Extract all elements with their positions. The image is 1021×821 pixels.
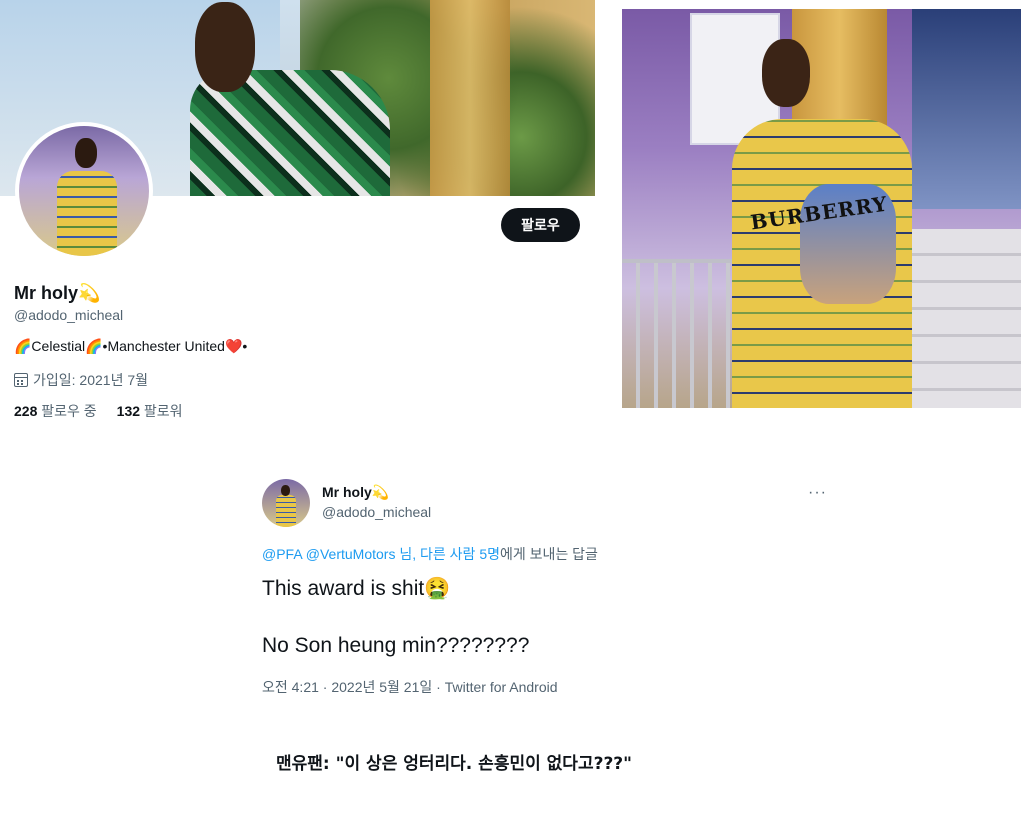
tweet-handle[interactable]: @adodo_micheal — [322, 504, 431, 520]
display-name-text: Mr holy — [14, 283, 79, 303]
profile-handle: @adodo_micheal — [14, 307, 124, 323]
following-count: 228 — [14, 403, 38, 419]
banner-pillar — [430, 0, 510, 196]
tweet-timestamp[interactable]: 오전 4:21 · 2022년 5월 21일 · Twitter for And… — [262, 677, 558, 697]
joined-text: 가입일: 2021년 7월 — [33, 372, 148, 388]
tweet-avatar[interactable] — [262, 479, 310, 527]
tweet-reply-context: @PFA @VertuMotors 님, 다른 사람 5명에게 보내는 답글 — [262, 544, 598, 564]
followers-label: 팔로워 — [143, 403, 183, 419]
caption-text: 맨유팬: "이 상은 엉터리다. 손흥민이 없다고???" — [276, 754, 633, 774]
follow-button[interactable]: 팔로우 — [501, 208, 580, 242]
profile-bio: 🌈Celestial🌈•Manchester United❤️• — [14, 338, 248, 354]
dizzy-emoji-icon: 💫 — [371, 484, 390, 500]
photo-person-head — [762, 39, 810, 107]
profile-display-name: Mr holy💫 — [14, 283, 100, 304]
banner-person-head — [195, 2, 255, 92]
profile-avatar[interactable] — [15, 122, 153, 260]
reply-suffix: 에게 보내는 답글 — [500, 546, 598, 562]
reply-mentions-link[interactable]: @PFA @VertuMotors 님, 다른 사람 5명 — [262, 546, 500, 562]
tweet-display-name[interactable]: Mr holy💫 — [322, 484, 389, 501]
avatar-head — [75, 138, 97, 168]
tweet-name-text: Mr holy — [322, 484, 372, 500]
following-label: 팔로우 중 — [41, 403, 97, 419]
profile-joined-date: 가입일: 2021년 7월 — [14, 370, 148, 390]
photo-window — [912, 9, 1021, 209]
followers-link[interactable]: 132 팔로워 — [117, 401, 183, 421]
profile-photo: BURBERRY — [622, 9, 1021, 408]
photo-steps — [902, 229, 1021, 408]
more-options-icon[interactable]: ··· — [808, 484, 827, 502]
followers-count: 132 — [116, 403, 141, 419]
avatar-body — [57, 171, 117, 256]
tweet-avatar-head — [281, 485, 290, 496]
tweet-text-line2: No Son heung min???????? — [262, 634, 530, 657]
tweet-text-line1: This award is shit🤮 — [262, 577, 451, 600]
dizzy-emoji-icon: 💫 — [78, 283, 101, 303]
calendar-icon — [14, 373, 28, 387]
tweet-avatar-body — [276, 495, 296, 527]
profile-follow-counts: 228 팔로우 중 132 팔로워 — [14, 401, 183, 421]
following-link[interactable]: 228 팔로우 중 — [14, 401, 97, 421]
